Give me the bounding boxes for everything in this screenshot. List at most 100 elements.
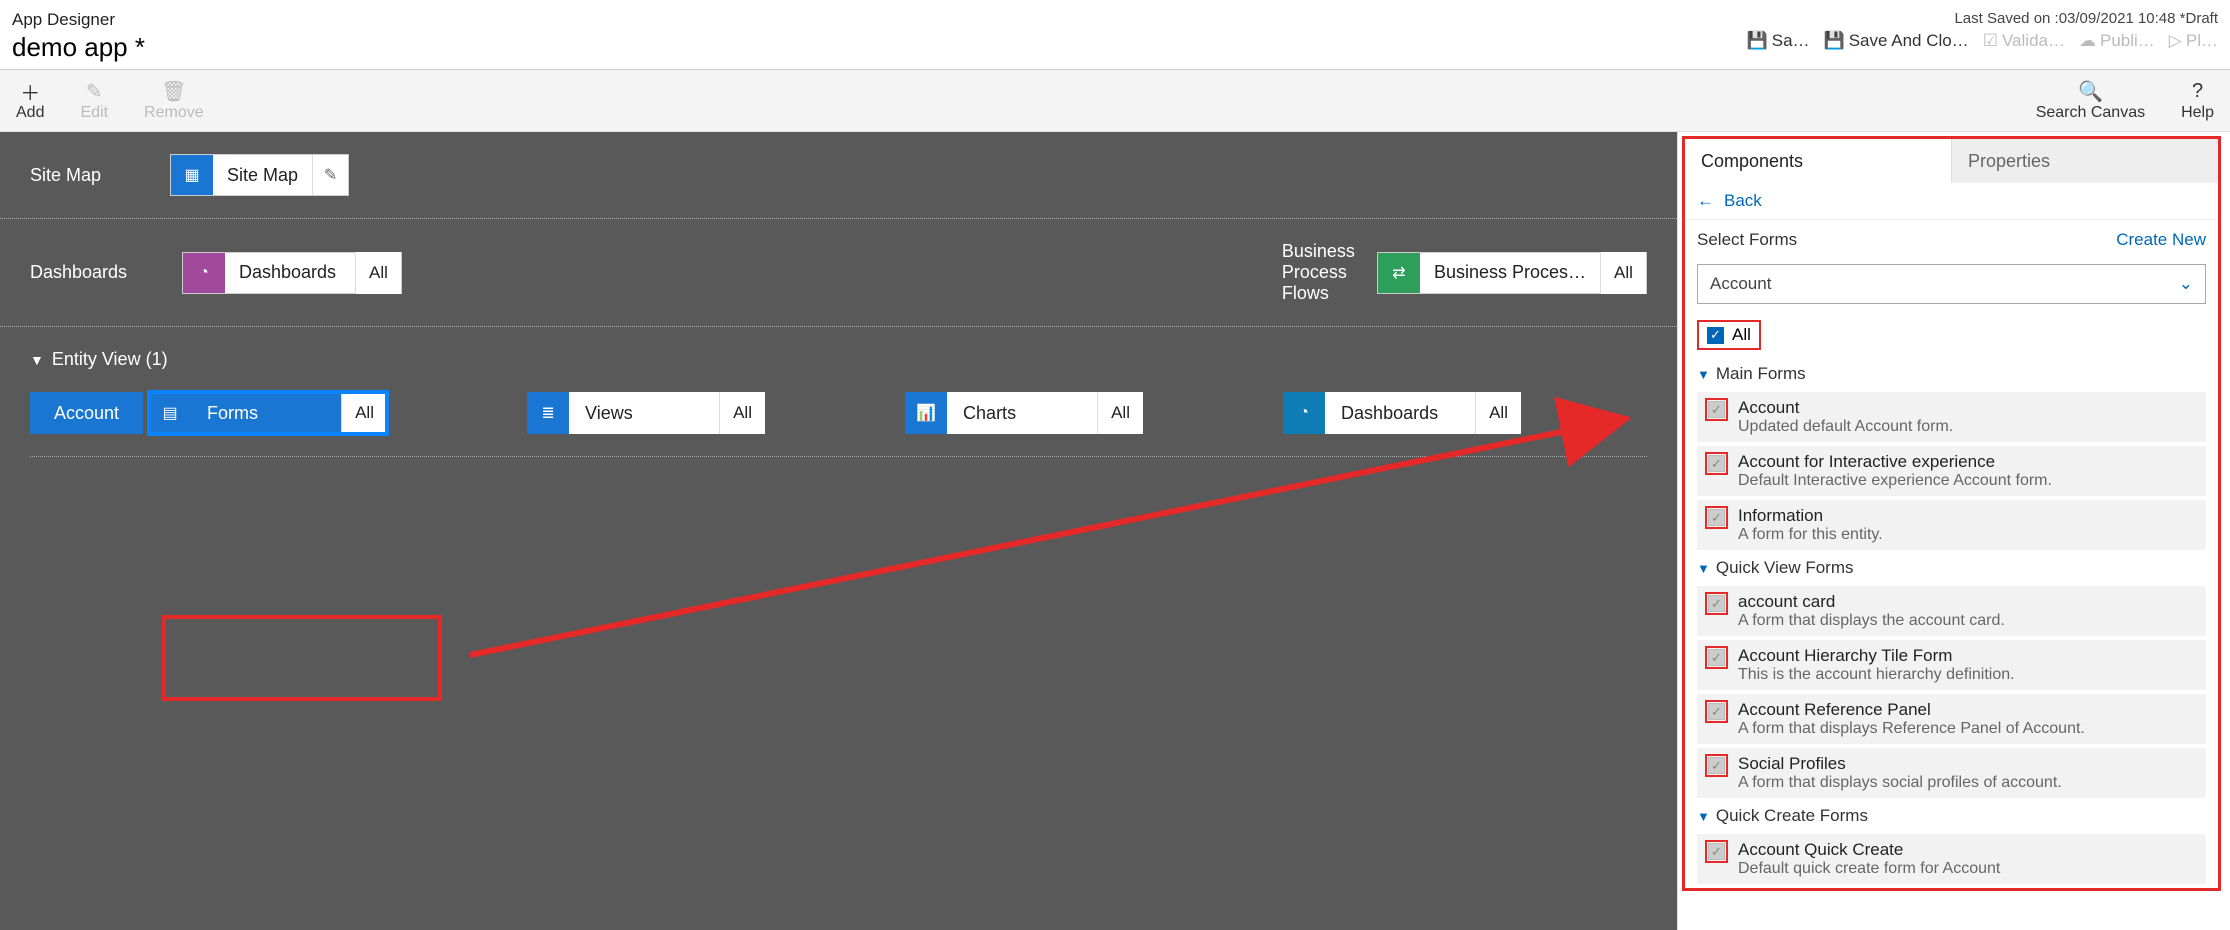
flow-icon: ⇄ (1378, 253, 1420, 293)
entity-forms-tile[interactable]: ▤ Forms All (149, 392, 387, 434)
edit-button: ✎Edit (80, 80, 108, 122)
tab-components[interactable]: Components (1685, 139, 1952, 183)
last-saved-status: Last Saved on :03/09/2021 10:48 *Draft (1954, 10, 2218, 27)
dashboards-badge[interactable]: All (355, 252, 401, 294)
chevron-down-icon: ⌄ (2179, 274, 2193, 294)
checkbox-icon: ✓ (1708, 509, 1725, 526)
save-close-icon: 💾 (1824, 31, 1845, 51)
forms-badge[interactable]: All (341, 392, 387, 434)
quick-create-header[interactable]: ▼Quick Create Forms (1685, 802, 2218, 830)
form-checkbox[interactable]: ✓ (1705, 398, 1728, 421)
checkbox-icon: ✓ (1708, 843, 1725, 860)
form-title: Account Hierarchy Tile Form (1738, 646, 2015, 666)
form-item-qv-1[interactable]: ✓ Account Hierarchy Tile FormThis is the … (1697, 640, 2206, 690)
bpf-label: Business Process Flows (1282, 241, 1355, 304)
publish-button[interactable]: ☁Publi… (2079, 31, 2155, 51)
form-title: Information (1738, 506, 1883, 526)
form-checkbox[interactable]: ✓ (1705, 646, 1728, 669)
validate-icon: ☑ (1983, 31, 1998, 51)
help-icon: ? (2192, 80, 2203, 104)
save-button[interactable]: 💾Sa… (1747, 31, 1810, 51)
play-button[interactable]: ▷Pl… (2169, 31, 2218, 51)
design-canvas: Site Map ▦ Site Map ✎ Dashboards ◔ Dashb… (0, 132, 1677, 930)
app-title: demo app * (12, 32, 145, 63)
plus-icon: ＋ (20, 80, 40, 104)
views-icon: ≣ (527, 392, 569, 434)
form-checkbox[interactable]: ✓ (1705, 754, 1728, 777)
remove-button: 🗑Remove (144, 80, 204, 122)
form-item-qv-2[interactable]: ✓ Account Reference PanelA form that disp… (1697, 694, 2206, 744)
sitemap-label: Site Map (30, 165, 170, 186)
charts-icon: 📊 (905, 392, 947, 434)
gauge-icon: ◔ (183, 253, 225, 293)
form-desc: This is the account hierarchy definition… (1738, 666, 2015, 684)
bpf-badge[interactable]: All (1600, 252, 1646, 294)
form-title: Account for Interactive experience (1738, 452, 2052, 472)
dashboards2-badge[interactable]: All (1475, 392, 1521, 434)
trash-icon: 🗑 (161, 80, 186, 104)
checkbox-icon: ✓ (1708, 757, 1725, 774)
form-checkbox[interactable]: ✓ (1705, 506, 1728, 529)
form-desc: A form that displays the account card. (1738, 612, 2005, 630)
all-forms-checkbox[interactable]: ✓ All (1697, 320, 1761, 350)
form-item-main-2[interactable]: ✓ InformationA form for this entity. (1697, 500, 2206, 550)
form-desc: Default Interactive experience Account f… (1738, 472, 2052, 490)
form-item-qv-0[interactable]: ✓ account cardA form that displays the ac… (1697, 586, 2206, 636)
quick-view-header[interactable]: ▼Quick View Forms (1685, 554, 2218, 582)
checkbox-icon: ✓ (1708, 401, 1725, 418)
save-and-close-button[interactable]: 💾Save And Clo… (1824, 31, 1969, 51)
dashboards-tile[interactable]: ◔ Dashboards All (182, 252, 402, 294)
form-desc: A form that displays social profiles of … (1738, 774, 2062, 792)
form-checkbox[interactable]: ✓ (1705, 452, 1728, 475)
form-checkbox[interactable]: ✓ (1705, 840, 1728, 863)
sitemap-edit[interactable]: ✎ (312, 155, 348, 195)
tab-properties[interactable]: Properties (1952, 139, 2218, 183)
form-item-main-1[interactable]: ✓ Account for Interactive experienceDefau… (1697, 446, 2206, 496)
create-new-link[interactable]: Create New (2116, 230, 2206, 250)
checkbox-icon: ✓ (1708, 595, 1725, 612)
caret-down-icon: ▼ (1697, 367, 1710, 382)
main-forms-header[interactable]: ▼Main Forms (1685, 360, 2218, 388)
help-button[interactable]: ?Help (2181, 80, 2214, 122)
form-desc: A form that displays Reference Panel of … (1738, 720, 2085, 738)
sitemap-icon: ▦ (171, 155, 213, 195)
entity-account[interactable]: Account (30, 392, 143, 434)
back-button[interactable]: ← Back (1685, 183, 2218, 220)
form-item-qv-3[interactable]: ✓ Social ProfilesA form that displays soc… (1697, 748, 2206, 798)
entity-view-header[interactable]: ▼ Entity View (1) (30, 349, 1647, 370)
form-title: Account Reference Panel (1738, 700, 2085, 720)
pencil-icon: ✎ (86, 80, 103, 104)
dashboard-icon: ◔ (1283, 392, 1325, 434)
form-title: Account Quick Create (1738, 840, 2000, 860)
select-forms-label: Select Forms (1697, 230, 1797, 250)
checkbox-icon: ✓ (1708, 649, 1725, 666)
views-badge[interactable]: All (719, 392, 765, 434)
publish-icon: ☁ (2079, 31, 2096, 51)
validate-button[interactable]: ☑Valida… (1983, 31, 2065, 51)
entity-charts-tile[interactable]: 📊 Charts All (905, 392, 1143, 434)
form-checkbox[interactable]: ✓ (1705, 700, 1728, 723)
form-title: Social Profiles (1738, 754, 2062, 774)
form-item-main-0[interactable]: ✓AccountUpdated default Account form. (1697, 392, 2206, 442)
search-icon: 🔍 (2078, 80, 2103, 104)
arrow-left-icon: ← (1697, 191, 1714, 211)
chevron-down-icon: ▼ (30, 352, 44, 368)
form-title: Account (1738, 398, 1953, 418)
charts-badge[interactable]: All (1097, 392, 1143, 434)
add-button[interactable]: ＋Add (16, 80, 44, 122)
checkbox-icon: ✓ (1708, 703, 1725, 720)
form-icon: ▤ (149, 392, 191, 434)
entity-views-tile[interactable]: ≣ Views All (527, 392, 765, 434)
form-desc: A form for this entity. (1738, 526, 1883, 544)
form-title: account card (1738, 592, 2005, 612)
entity-dashboards-tile[interactable]: ◔ Dashboards All (1283, 392, 1521, 434)
save-icon: 💾 (1747, 31, 1768, 51)
form-item-qc-0[interactable]: ✓Account Quick CreateDefault quick creat… (1697, 834, 2206, 884)
form-checkbox[interactable]: ✓ (1705, 592, 1728, 615)
bpf-tile[interactable]: ⇄ Business Proces… All (1377, 252, 1647, 294)
checkbox-icon: ✓ (1708, 455, 1725, 472)
search-canvas-button[interactable]: 🔍Search Canvas (2036, 80, 2145, 122)
breadcrumb: App Designer (12, 10, 145, 30)
sitemap-tile[interactable]: ▦ Site Map ✎ (170, 154, 349, 196)
entity-dropdown[interactable]: Account ⌄ (1697, 264, 2206, 304)
